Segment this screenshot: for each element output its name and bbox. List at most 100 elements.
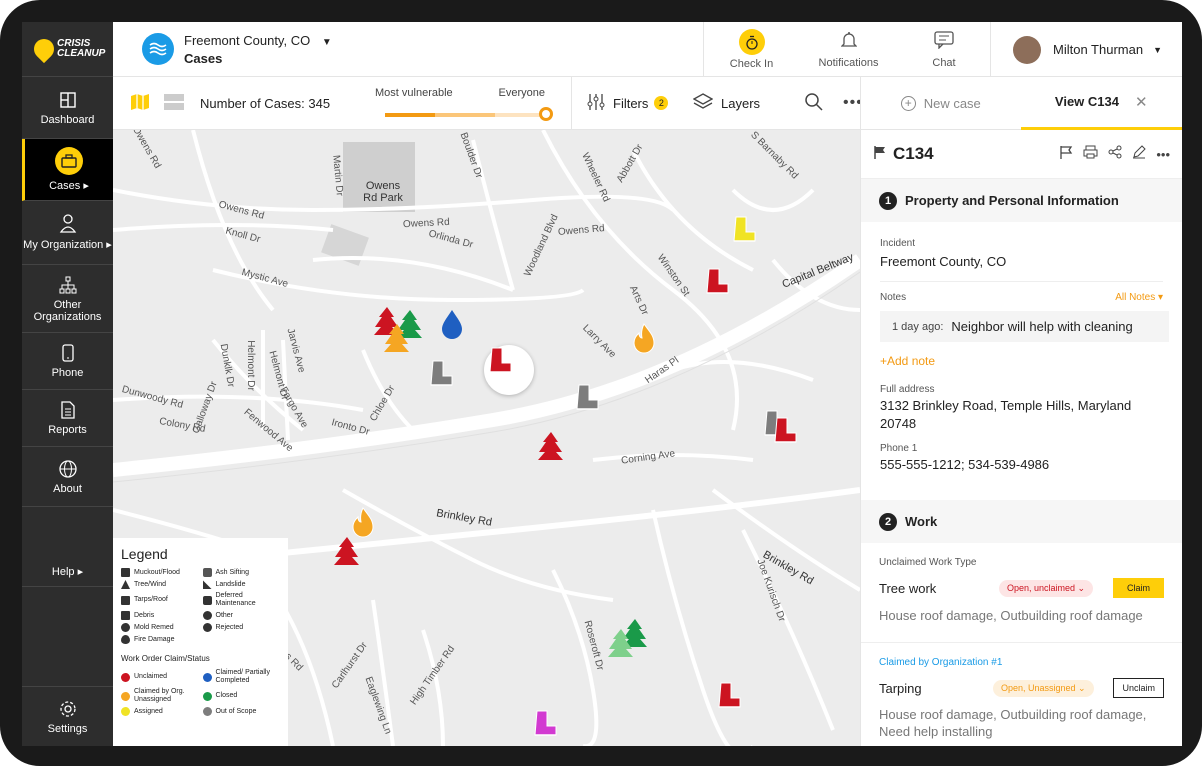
sidebar-item-other-organizations[interactable]: Other Organizations xyxy=(22,265,113,333)
logo[interactable]: CRISIS CLEANUP xyxy=(22,22,113,77)
legend-item: Debris xyxy=(121,611,199,620)
legend-status-item: Closed xyxy=(202,688,281,704)
tab-view-case[interactable]: View C134 ✕ xyxy=(1020,77,1182,130)
legend-status-item: Assigned xyxy=(121,707,199,716)
plus-circle-icon: + xyxy=(900,95,916,111)
flag-icon[interactable] xyxy=(873,145,887,164)
chat-button[interactable]: Chat xyxy=(898,22,990,77)
sidebar-item-phone[interactable]: Phone xyxy=(22,333,113,390)
rejected-icon xyxy=(202,623,212,632)
edit-icon[interactable] xyxy=(1132,144,1147,164)
gear-icon xyxy=(58,699,78,719)
status-label: Out of Scope xyxy=(215,707,257,715)
heart-logo-icon xyxy=(29,34,59,64)
vulnerability-slider[interactable]: Most vulnerable Everyone xyxy=(375,87,553,123)
more-icon[interactable]: ••• xyxy=(1156,147,1170,162)
sidebar-item-label: My Organization ▸ xyxy=(23,239,112,251)
hierarchy-icon xyxy=(58,275,78,295)
checkin-label: Check In xyxy=(729,58,774,70)
sidebar-item-my-organization[interactable]: My Organization ▸ xyxy=(22,201,113,265)
layers-button[interactable]: Layers xyxy=(692,92,760,114)
close-icon[interactable]: ✕ xyxy=(1135,93,1148,111)
user-menu[interactable]: Milton Thurman ▼ xyxy=(990,22,1182,77)
tab-new-case[interactable]: + New case xyxy=(861,95,1021,111)
notes-header: Notes All Notes ▾ xyxy=(880,281,1163,303)
roof-icon xyxy=(121,595,130,605)
section-property-info[interactable]: 1 Property and Personal Information xyxy=(861,179,1182,222)
status-label: Claimed/ Partially Completed xyxy=(215,669,270,684)
status-color-dot xyxy=(202,672,212,682)
checkin-button[interactable]: Check In xyxy=(703,22,799,77)
status-label: Unclaimed xyxy=(134,673,168,680)
tab-label: New case xyxy=(923,95,981,111)
work-status-select[interactable]: Open, Unassigned ⌄ xyxy=(993,679,1094,697)
claim-button[interactable]: Claim xyxy=(1112,578,1164,598)
sidebar-item-label: About xyxy=(53,482,82,495)
cases-map[interactable]: Owens Rd Owens Rd Owens Rd Owens Rd Owen… xyxy=(113,130,860,746)
chevron-down-icon: ▼ xyxy=(321,36,332,48)
slider-segment xyxy=(435,113,495,117)
legend-status-title: Work Order Claim/Status xyxy=(121,654,210,663)
legend-item: Ash Sifting xyxy=(202,568,281,577)
slider-max-label: Everyone xyxy=(498,87,545,99)
briefcase-icon xyxy=(55,147,83,175)
work-unclaimed: Unclaimed Work Type Tree work Open, uncl… xyxy=(861,543,1182,643)
phone-icon xyxy=(58,343,78,363)
add-note-link[interactable]: +Add note xyxy=(880,354,1163,368)
section-number: 1 xyxy=(879,191,897,210)
legend-item: Other xyxy=(202,611,281,620)
section-number: 2 xyxy=(879,512,897,531)
other-icon xyxy=(202,611,212,620)
sidebar-item-settings[interactable]: Settings xyxy=(22,686,113,746)
sidebar-item-cases[interactable]: Cases ▸ xyxy=(22,139,113,201)
boot-icon xyxy=(121,568,130,577)
address-value: 3132 Brinkley Road, Temple Hills, Maryla… xyxy=(880,398,1132,431)
sidebar-item-dashboard[interactable]: Dashboard xyxy=(22,77,113,139)
print-icon[interactable] xyxy=(1083,145,1098,164)
map-view-icon[interactable] xyxy=(130,93,150,114)
section-work[interactable]: 2 Work xyxy=(861,500,1182,543)
share-icon[interactable] xyxy=(1108,145,1122,164)
case-count: Number of Cases: 345 xyxy=(200,95,331,111)
phone-value: 555-555-1212; 534-539-4986 xyxy=(880,457,1050,472)
sidebar-item-help[interactable]: Help ▸ xyxy=(22,507,113,587)
org-icon xyxy=(58,214,78,234)
notifications-button[interactable]: Notifications xyxy=(799,22,898,77)
top-header: Freemont County, CO ▼ Cases Check In Not… xyxy=(113,22,1182,77)
legend-status-item: Claimed/ Partially Completed xyxy=(202,669,281,685)
status-color-dot xyxy=(121,672,130,682)
road-label: Helmont Dr xyxy=(244,340,256,391)
user-name: Milton Thurman xyxy=(1053,42,1144,57)
sidebar-item-label: Phone xyxy=(51,367,84,379)
sidebar-item-label: Settings xyxy=(47,722,88,735)
filters-button[interactable]: Filters 2 xyxy=(587,93,669,113)
flood-incident-icon xyxy=(142,33,174,65)
avatar xyxy=(1013,35,1041,64)
legend-item: Muckout/Flood xyxy=(121,568,199,577)
legend-statuses: Unclaimed Claimed/ Partially Completed Cla… xyxy=(121,669,280,716)
legend-item: Fire Damage xyxy=(121,635,199,644)
slider-handle[interactable] xyxy=(539,107,553,121)
sidebar-item-about[interactable]: About xyxy=(22,447,113,507)
search-icon[interactable] xyxy=(805,92,823,114)
selected-case-marker[interactable] xyxy=(484,345,534,395)
note-text: Neighbor will help with cleaning xyxy=(951,319,1133,334)
incident-selector[interactable]: Freemont County, CO ▼ Cases xyxy=(184,33,332,66)
legend-item: Landslide xyxy=(202,580,281,589)
work-description: House roof damage, Outbuilding roof dama… xyxy=(879,707,1147,739)
unclaimed-type-label: Unclaimed Work Type xyxy=(879,557,977,568)
table-view-icon[interactable] xyxy=(164,93,184,113)
status-label: Assigned xyxy=(134,707,163,715)
notifications-label: Notifications xyxy=(818,56,879,69)
work-status-select[interactable]: Open, unclaimed ⌄ xyxy=(999,579,1094,597)
sidebar-item-reports[interactable]: Reports xyxy=(22,390,113,447)
status-color-dot xyxy=(202,707,212,716)
all-notes-link[interactable]: All Notes ▾ xyxy=(1115,292,1163,303)
chat-label: Chat xyxy=(932,56,956,69)
panel-tabs: + New case View C134 ✕ xyxy=(861,77,1182,130)
legend-title: Legend xyxy=(121,546,168,562)
case-header: C134 ••• xyxy=(861,130,1182,179)
unclaim-button[interactable]: Unclaim xyxy=(1113,678,1164,698)
flag-outline-icon[interactable] xyxy=(1059,145,1073,164)
fan-icon xyxy=(121,623,130,632)
